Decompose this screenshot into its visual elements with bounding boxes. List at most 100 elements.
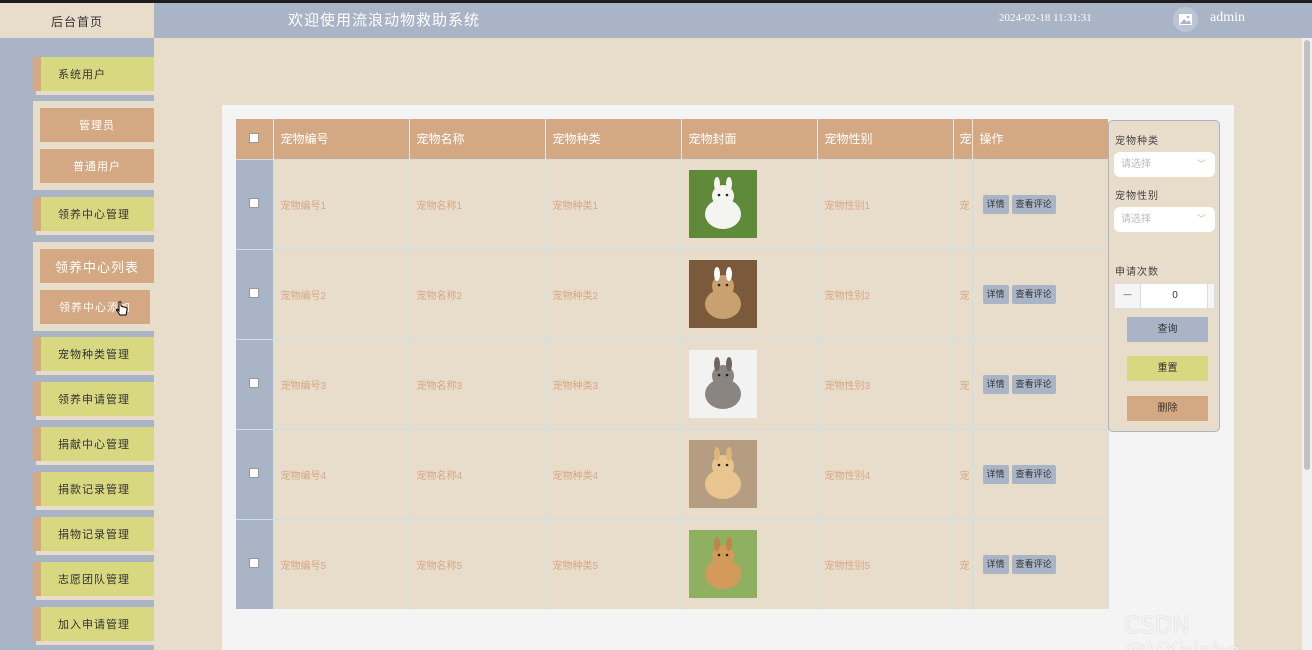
datetime: 2024-02-18 11:31:31: [999, 12, 1092, 24]
sidebar-item-join-applications[interactable]: 加入申请管理: [33, 607, 154, 641]
cell-pet-gender: 宠物性别1: [817, 158, 954, 249]
table-row: 宠物编号4 宠物名称4 宠物种类4 宠物性别4 宠 详情 查看评论: [236, 428, 1109, 519]
kind-select-placeholder: 请选择: [1121, 159, 1151, 170]
cell-pet-name: 宠物名称4: [409, 428, 546, 519]
count-value[interactable]: 0: [1141, 284, 1209, 308]
cell-truncated: 宠: [953, 248, 973, 339]
kind-filter-label: 宠物种类: [1115, 136, 1159, 147]
table-row: 宠物编号3 宠物名称3 宠物种类3 宠物性别3 宠 详情 查看评论: [236, 338, 1109, 429]
cell-pet-name: 宠物名称5: [409, 518, 546, 609]
sidebar-item-system-users[interactable]: 系统用户: [33, 57, 154, 91]
col-truncated: 宠: [953, 119, 973, 159]
pet-cover-image[interactable]: [688, 530, 757, 599]
gender-select[interactable]: 请选择 ﹀: [1114, 207, 1215, 232]
watermark: CSDN @VXbishe: [1124, 613, 1240, 650]
cell-pet-id: 宠物编号3: [273, 338, 410, 429]
cell-pet-kind: 宠物种类2: [545, 248, 682, 339]
row-checkbox[interactable]: [249, 197, 260, 208]
sidebar-item-pet-kinds[interactable]: 宠物种类管理: [33, 337, 154, 371]
app-title: 欢迎使用流浪动物救助系统: [288, 11, 481, 29]
row-checkbox-cell[interactable]: [236, 158, 274, 249]
pet-cover-image[interactable]: [688, 260, 757, 328]
pet-cover-image[interactable]: [688, 440, 757, 508]
cell-truncated: 宠: [953, 158, 973, 249]
page-scrollbar[interactable]: [1302, 38, 1312, 650]
col-pet-id: 宠物编号: [273, 119, 410, 159]
cell-pet-kind: 宠物种类5: [545, 518, 682, 609]
pet-cover-image[interactable]: [688, 350, 757, 418]
row-checkbox-cell[interactable]: [236, 518, 274, 609]
sidebar-item-volunteer-teams[interactable]: 志愿团队管理: [33, 562, 154, 596]
select-all-checkbox[interactable]: [249, 132, 260, 143]
submenu-system-users: 管理员 普通用户: [33, 101, 154, 190]
cell-pet-id: 宠物编号5: [273, 518, 410, 609]
row-checkbox-cell[interactable]: [236, 248, 274, 339]
cell-pet-cover: [681, 248, 818, 339]
col-pet-kind: 宠物种类: [545, 119, 682, 159]
view-comments-button[interactable]: 查看评论: [1011, 554, 1056, 574]
detail-button[interactable]: 详情: [982, 374, 1009, 394]
pet-cover-image[interactable]: [688, 170, 757, 238]
cursor-hand-icon: [115, 301, 128, 321]
cell-actions: 详情 查看评论: [972, 518, 1109, 609]
chevron-down-icon: ﹀: [1196, 159, 1206, 169]
sidebar-item-adoption-add[interactable]: 领养中心添加: [40, 290, 150, 324]
detail-button[interactable]: 详情: [982, 464, 1009, 484]
cell-truncated: 宠: [953, 338, 973, 429]
sidebar-item-adoption-apply[interactable]: 领养申请管理: [33, 382, 154, 416]
cell-pet-cover: [681, 158, 818, 249]
gender-select-placeholder: 请选择: [1121, 214, 1151, 225]
sidebar-item-money-donations[interactable]: 捐款记录管理: [33, 472, 154, 506]
sidebar-item-adoption-list[interactable]: 领养中心列表: [40, 249, 154, 283]
detail-button[interactable]: 详情: [982, 284, 1009, 304]
cell-pet-id: 宠物编号2: [273, 248, 410, 339]
home-tab[interactable]: 后台首页: [0, 3, 154, 40]
cell-pet-name: 宠物名称2: [409, 248, 546, 339]
col-pet-cover: 宠物封面: [681, 119, 818, 159]
header-bar: 后台首页 欢迎使用流浪动物救助系统 2024-02-18 11:31:31 ad…: [0, 3, 1312, 40]
filter-panel: 宠物种类 请选择 ﹀ 宠物性别 请选择 ﹀ 申请次数 − 0 查询 重置 删除: [1108, 120, 1220, 432]
kind-select[interactable]: 请选择 ﹀: [1114, 152, 1215, 177]
table-row: 宠物编号1 宠物名称1 宠物种类1 宠物性别1 宠 详情 查看评论: [236, 158, 1109, 249]
query-button[interactable]: 查询: [1127, 317, 1208, 342]
row-checkbox[interactable]: [249, 377, 260, 388]
sidebar-item-donation-center[interactable]: 捐献中心管理: [33, 427, 154, 461]
sidebar-item-normal-users[interactable]: 普通用户: [40, 149, 154, 183]
cell-truncated: 宠: [953, 518, 973, 609]
scrollbar-thumb[interactable]: [1304, 40, 1310, 470]
cell-pet-name: 宠物名称1: [409, 158, 546, 249]
cell-actions: 详情 查看评论: [972, 338, 1109, 429]
table-row: 宠物编号2 宠物名称2 宠物种类2 宠物性别2 宠 详情 查看评论: [236, 248, 1109, 339]
row-checkbox[interactable]: [249, 287, 260, 298]
col-pet-name: 宠物名称: [409, 119, 546, 159]
row-checkbox[interactable]: [249, 467, 260, 478]
decrement-button[interactable]: −: [1115, 284, 1141, 308]
table-header-row: 宠物编号 宠物名称 宠物种类 宠物封面 宠物性别 宠 操作: [236, 119, 1109, 159]
row-checkbox[interactable]: [249, 557, 260, 568]
username[interactable]: admin: [1210, 10, 1245, 26]
row-checkbox-cell[interactable]: [236, 338, 274, 429]
detail-button[interactable]: 详情: [982, 554, 1009, 574]
sidebar-item-goods-donations[interactable]: 捐物记录管理: [33, 517, 154, 551]
sidebar-item-adoption-center[interactable]: 领养中心管理: [33, 197, 154, 231]
cell-pet-kind: 宠物种类3: [545, 338, 682, 429]
sidebar-item-admins[interactable]: 管理员: [40, 108, 154, 142]
cell-pet-id: 宠物编号1: [273, 158, 410, 249]
detail-button[interactable]: 详情: [982, 194, 1009, 214]
increment-button[interactable]: [1207, 284, 1214, 308]
sidebar: 系统用户 管理员 普通用户 领养中心管理 领养中心列表 领养中心添加 宠物种类管…: [0, 38, 154, 650]
delete-button[interactable]: 删除: [1127, 396, 1208, 421]
cell-actions: 详情 查看评论: [972, 248, 1109, 339]
cell-pet-cover: [681, 338, 818, 429]
view-comments-button[interactable]: 查看评论: [1011, 464, 1056, 484]
view-comments-button[interactable]: 查看评论: [1011, 284, 1056, 304]
select-all-checkbox-cell[interactable]: [236, 119, 274, 159]
view-comments-button[interactable]: 查看评论: [1011, 194, 1056, 214]
view-comments-button[interactable]: 查看评论: [1011, 374, 1056, 394]
chevron-down-icon: ﹀: [1196, 214, 1206, 224]
cell-pet-cover: [681, 428, 818, 519]
row-checkbox-cell[interactable]: [236, 428, 274, 519]
reset-button[interactable]: 重置: [1127, 356, 1208, 381]
count-stepper[interactable]: − 0: [1114, 283, 1215, 309]
image-icon[interactable]: [1173, 7, 1198, 32]
